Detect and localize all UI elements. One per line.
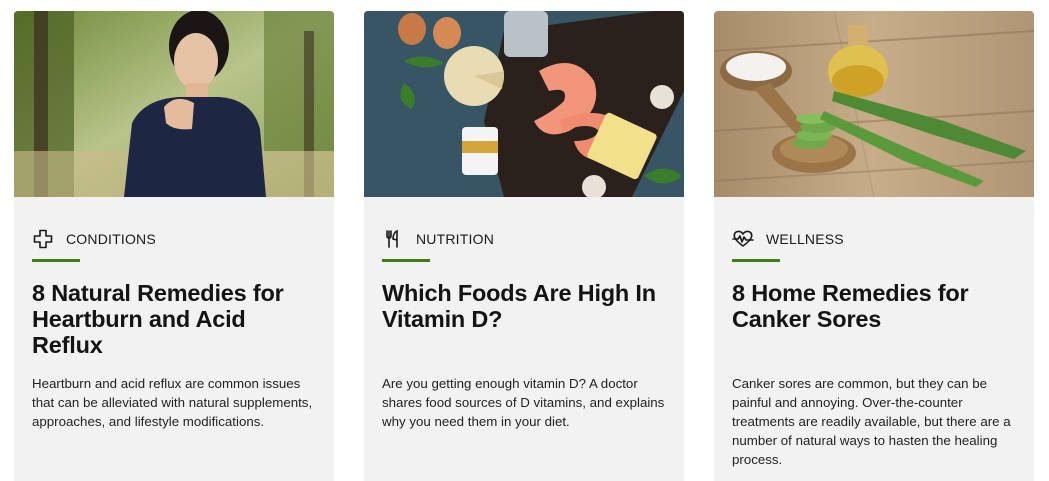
- aloe-and-oil-remedies-photo[interactable]: [714, 11, 1034, 197]
- vitamin-d-foods-photo[interactable]: [364, 11, 684, 197]
- article-description: Heartburn and acid reflux are common iss…: [32, 376, 313, 429]
- article-card-heartburn[interactable]: CONDITIONS 8 Natural Remedies for Heartb…: [14, 11, 334, 481]
- category-label: WELLNESS: [766, 231, 844, 247]
- card-image: [364, 11, 684, 197]
- article-description: Canker sores are common, but they can be…: [732, 376, 1011, 467]
- article-cards: CONDITIONS 8 Natural Remedies for Heartb…: [0, 0, 1049, 481]
- medical-cross-icon: [32, 228, 54, 250]
- category-underline: [732, 259, 780, 262]
- category-row[interactable]: NUTRITION: [382, 227, 666, 251]
- article-description: Are you getting enough vitamin D? A doct…: [382, 376, 665, 429]
- card-image: [14, 11, 334, 197]
- heart-pulse-icon: [732, 228, 754, 250]
- woman-with-heartburn-photo[interactable]: [14, 11, 334, 197]
- category-label: NUTRITION: [416, 231, 495, 247]
- article-card-vitamin-d[interactable]: NUTRITION Which Foods Are High In Vitami…: [364, 11, 684, 481]
- category-label: CONDITIONS: [66, 231, 156, 247]
- category-underline: [382, 259, 430, 262]
- article-title[interactable]: 8 Home Remedies for Canker Sores: [732, 280, 1016, 358]
- category-underline: [32, 259, 80, 262]
- category-row[interactable]: WELLNESS: [732, 227, 1016, 251]
- article-card-canker-sores[interactable]: WELLNESS 8 Home Remedies for Canker Sore…: [714, 11, 1034, 481]
- fork-knife-icon: [382, 228, 404, 250]
- article-title[interactable]: Which Foods Are High In Vitamin D?: [382, 280, 666, 358]
- card-image: [714, 11, 1034, 197]
- article-title[interactable]: 8 Natural Remedies for Heartburn and Aci…: [32, 280, 316, 358]
- category-row[interactable]: CONDITIONS: [32, 227, 316, 251]
